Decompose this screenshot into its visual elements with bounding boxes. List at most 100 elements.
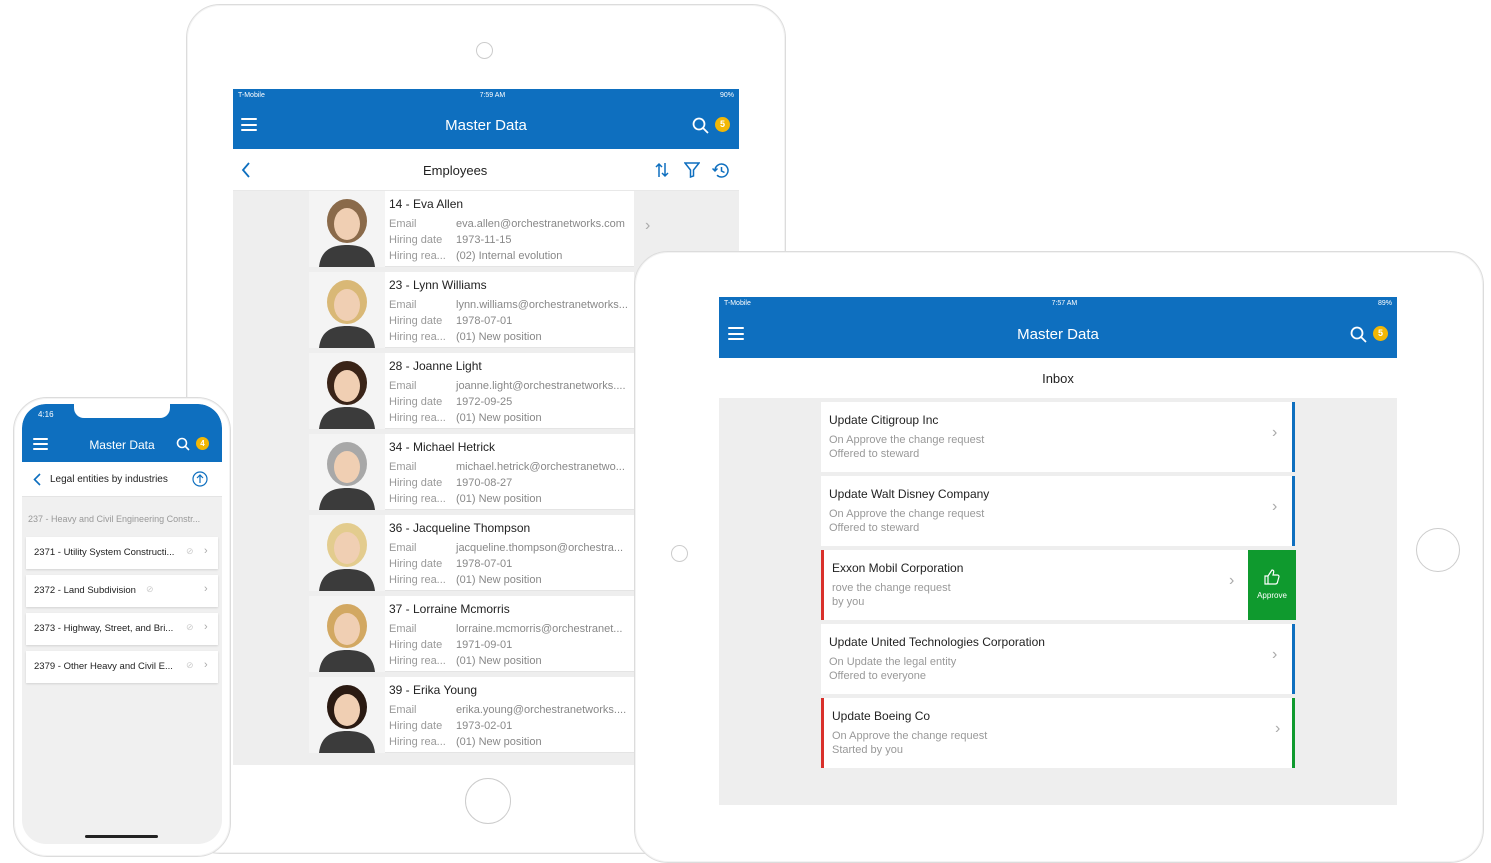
chevron-right-icon[interactable]: › (1272, 498, 1277, 516)
notification-badge[interactable]: 5 (715, 117, 730, 132)
task-card[interactable]: Update Walt Disney Company On Approve th… (821, 476, 1295, 546)
employee-row[interactable]: 36 - Jacqueline Thompson Email jacqueline… (309, 515, 634, 591)
link-icon: ⊘ (186, 660, 194, 670)
app-header: 4:16 Master Data 4 (22, 404, 222, 462)
task-action: On Approve the change request (829, 508, 985, 520)
email-label: Email (389, 623, 417, 635)
chevron-right-icon[interactable]: › (204, 583, 208, 595)
industry-item[interactable]: 2373 - Highway, Street, and Bri... ⊘ › (26, 613, 218, 645)
industry-label: 2372 - Land Subdivision (34, 585, 136, 596)
email-value: eva.allen@orchestranetworks.com (456, 218, 625, 230)
industry-label: 2371 - Utility System Constructi... (34, 547, 175, 558)
task-title: Update United Technologies Corporation (829, 635, 1045, 649)
email-line: Email michael.hetrick@orchestranetwo... (389, 461, 625, 473)
chevron-right-icon[interactable]: › (1272, 646, 1277, 664)
hiring-date-value: 1971-09-01 (456, 639, 513, 651)
task-card[interactable]: Update Citigroup Inc On Approve the chan… (821, 402, 1295, 472)
chevron-right-icon[interactable]: › (1272, 424, 1277, 442)
app-header: T-Mobile 7:59 AM 90% Master Data 5 (233, 89, 739, 149)
filter-icon[interactable] (684, 162, 700, 178)
employee-row[interactable]: 23 - Lynn Williams Email lynn.williams@or… (309, 272, 634, 348)
hiring-reason-line: Hiring rea... (01) New position (389, 655, 542, 667)
industry-item[interactable]: 2379 - Other Heavy and Civil E... ⊘ › (26, 651, 218, 683)
employee-row[interactable]: 37 - Lorraine Mcmorris Email lorraine.mcm… (309, 596, 634, 672)
email-label: Email (389, 218, 417, 230)
avatar (309, 596, 385, 672)
employee-name: 14 - Eva Allen (389, 197, 464, 211)
avatar (309, 515, 385, 591)
employee-name: 23 - Lynn Williams (389, 278, 487, 292)
phone-screen: 4:16 Master Data 4 Legal entities by ind… (22, 404, 222, 844)
hiring-reason-line: Hiring rea... (01) New position (389, 412, 542, 424)
task-assignee: Offered to steward (829, 448, 920, 460)
carrier: T-Mobile (238, 91, 265, 99)
home-button[interactable] (465, 778, 511, 824)
chevron-right-icon[interactable]: › (1229, 572, 1234, 590)
hiring-date-line: Hiring date 1973-02-01 (389, 720, 512, 732)
hiring-reason-value: (01) New position (456, 574, 542, 586)
approve-label: Approve (1257, 591, 1287, 600)
upload-icon[interactable] (192, 471, 208, 487)
email-line: Email lynn.williams@orchestranetworks... (389, 299, 628, 311)
task-card[interactable]: Update Boeing Co On Approve the change r… (821, 698, 1295, 768)
app-header: T-Mobile 7:57 AM 89% Master Data 5 (719, 297, 1397, 358)
email-line: Email eva.allen@orchestranetworks.com (389, 218, 625, 230)
search-icon[interactable] (692, 117, 709, 134)
home-button[interactable] (1416, 528, 1460, 572)
hiring-reason-value: (01) New position (456, 331, 542, 343)
industry-item[interactable]: 2372 - Land Subdivision ⊘ › (26, 575, 218, 607)
task-title: Update Boeing Co (832, 709, 931, 723)
email-value: michael.hetrick@orchestranetwo... (456, 461, 625, 473)
task-action: On Update the legal entity (829, 656, 957, 668)
chevron-right-icon[interactable]: › (204, 545, 208, 557)
home-indicator (85, 835, 158, 838)
clock: 4:16 (38, 410, 54, 419)
chevron-right-icon[interactable]: › (204, 659, 208, 671)
history-icon[interactable] (712, 162, 730, 179)
phone-subheader: Legal entities by industries (22, 462, 222, 497)
email-label: Email (389, 704, 417, 716)
avatar (309, 677, 385, 753)
notification-badge[interactable]: 5 (1373, 326, 1388, 341)
hiring-reason-value: (02) Internal evolution (456, 250, 563, 262)
hiring-date-label: Hiring date (389, 558, 443, 570)
search-icon[interactable] (1350, 326, 1367, 343)
hiring-date-value: 1973-11-15 (456, 234, 512, 246)
page-title: Master Data (1017, 326, 1099, 343)
employee-name: 28 - Joanne Light (389, 359, 482, 373)
back-arrow-icon[interactable] (241, 162, 251, 178)
industry-label: 2373 - Highway, Street, and Bri... (34, 623, 174, 634)
industry-item[interactable]: 2371 - Utility System Constructi... ⊘ › (26, 537, 218, 569)
task-card[interactable]: Exxon Mobil Corporation rove the change … (821, 550, 1296, 620)
chevron-right-icon[interactable]: › (645, 217, 650, 235)
employee-name: 34 - Michael Hetrick (389, 440, 496, 454)
hiring-date-label: Hiring date (389, 234, 443, 246)
hiring-date-value: 1978-07-01 (456, 315, 513, 327)
email-value: lorraine.mcmorris@orchestranet... (456, 623, 623, 635)
chevron-right-icon[interactable]: › (204, 621, 208, 633)
task-card[interactable]: Update United Technologies Corporation O… (821, 624, 1295, 694)
page-title: Master Data (89, 438, 155, 452)
approve-button[interactable]: Approve (1248, 550, 1296, 620)
hiring-reason-label: Hiring rea... (389, 250, 446, 262)
hiring-reason-label: Hiring rea... (389, 655, 446, 667)
notch (74, 404, 170, 418)
employee-row[interactable]: 34 - Michael Hetrick Email michael.hetric… (309, 434, 634, 510)
hiring-date-label: Hiring date (389, 477, 443, 489)
email-line: Email erika.young@orchestranetworks.... (389, 704, 626, 716)
hiring-date-line: Hiring date 1971-09-01 (389, 639, 512, 651)
search-icon[interactable] (176, 437, 190, 451)
subheader-title: Inbox (1042, 371, 1074, 386)
task-assignee: Started by you (832, 744, 903, 756)
employee-row[interactable]: 28 - Joanne Light Email joanne.light@orch… (309, 353, 634, 429)
hiring-date-line: Hiring date 1973-11-15 (389, 234, 511, 246)
subheader-title: Legal entities by industries (50, 474, 168, 485)
hiring-date-label: Hiring date (389, 315, 443, 327)
notification-badge[interactable]: 4 (196, 437, 209, 450)
back-arrow-icon[interactable] (33, 473, 41, 486)
employee-row[interactable]: 39 - Erika Young Email erika.young@orches… (309, 677, 634, 753)
avatar (309, 353, 385, 429)
employee-row[interactable]: 14 - Eva Allen Email eva.allen@orchestran… (309, 191, 634, 267)
chevron-right-icon[interactable]: › (1275, 720, 1280, 738)
sort-icon[interactable] (655, 162, 669, 178)
